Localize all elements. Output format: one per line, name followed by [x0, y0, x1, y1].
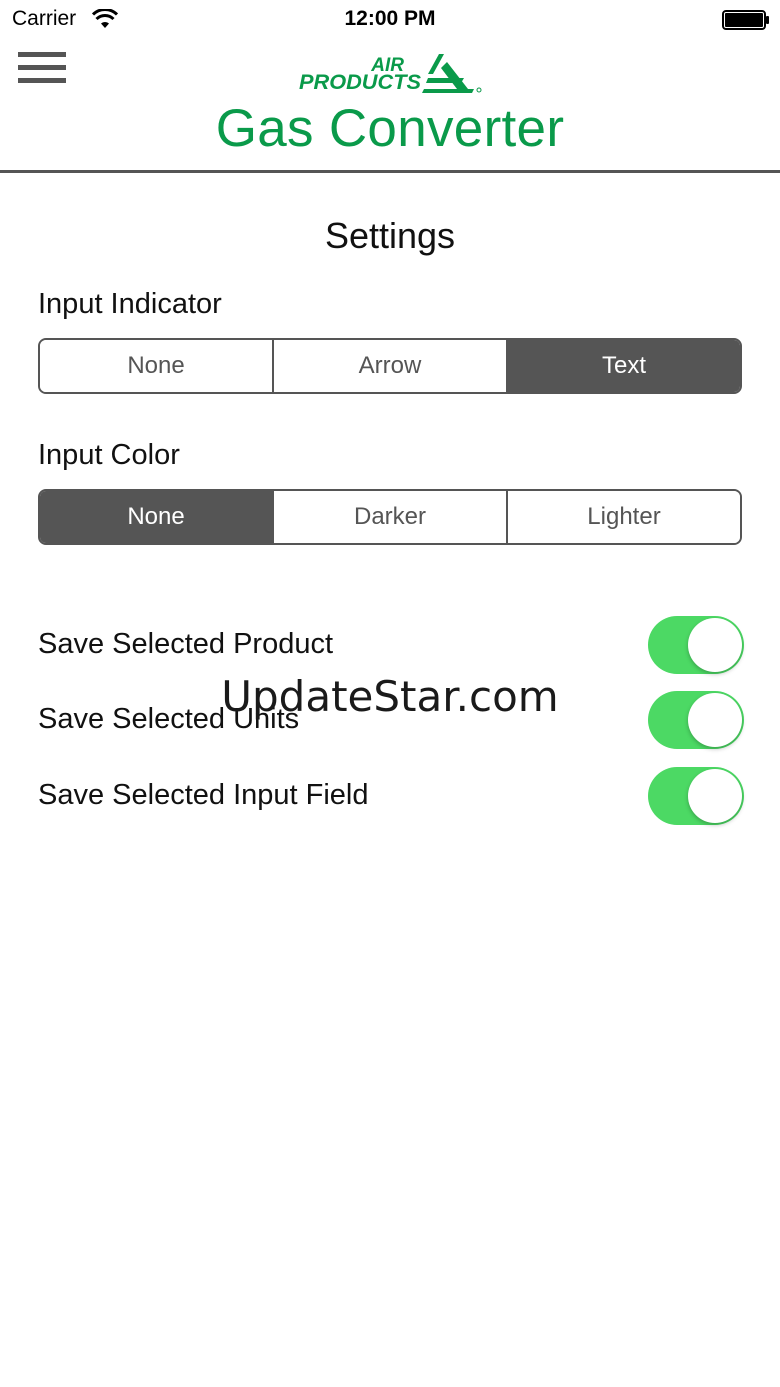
save-selected-product-label: Save Selected Product	[38, 628, 334, 660]
status-bar: Carrier 12:00 PM	[0, 0, 780, 40]
save-selected-product-toggle[interactable]	[648, 616, 744, 674]
input-indicator-option-arrow[interactable]: Arrow	[272, 340, 506, 392]
input-indicator-segmented-control: None Arrow Text	[38, 338, 742, 394]
input-indicator-option-none[interactable]: None	[40, 340, 272, 392]
app-title: Gas Converter	[215, 99, 565, 158]
logo-line-2: PRODUCTS	[299, 71, 421, 94]
toggle-knob	[688, 618, 742, 672]
input-color-option-darker[interactable]: Darker	[272, 491, 506, 543]
toggle-knob	[688, 769, 742, 823]
save-selected-input-field-label: Save Selected Input Field	[38, 779, 369, 811]
save-selected-product-row: Save Selected Product	[38, 616, 744, 676]
save-selected-input-field-toggle[interactable]	[648, 767, 744, 825]
input-indicator-option-text[interactable]: Text	[506, 340, 740, 392]
input-color-label: Input Color	[38, 439, 180, 471]
input-indicator-label: Input Indicator	[38, 288, 222, 320]
input-color-option-none[interactable]: None	[40, 491, 272, 543]
clock: 12:00 PM	[344, 7, 436, 30]
input-color-option-lighter[interactable]: Lighter	[506, 491, 740, 543]
page-title: Settings	[324, 215, 456, 256]
watermark: UpdateStar.com	[221, 672, 559, 721]
hamburger-menu-icon[interactable]	[18, 52, 66, 88]
input-color-segmented-control: None Darker Lighter	[38, 489, 742, 545]
header-divider	[0, 170, 780, 173]
air-products-logo: AIR PRODUCTS	[299, 54, 482, 94]
header: AIR PRODUCTS Gas Converter	[0, 40, 780, 170]
battery-icon	[722, 10, 769, 30]
save-selected-input-field-row: Save Selected Input Field	[38, 767, 744, 827]
